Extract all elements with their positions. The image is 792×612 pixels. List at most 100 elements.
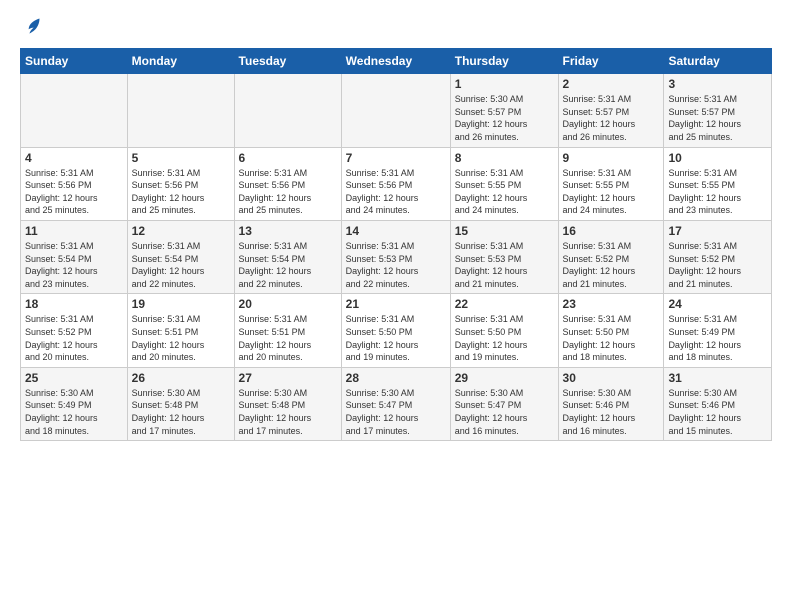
calendar-cell bbox=[234, 74, 341, 147]
calendar-cell: 1 Sunrise: 5:30 AM Sunset: 5:57 PM Daylig… bbox=[450, 74, 558, 147]
calendar-cell: 12 Sunrise: 5:31 AM Sunset: 5:54 PM Dayli… bbox=[127, 221, 234, 294]
day-info: Sunrise: 5:31 AM Sunset: 5:52 PM Dayligh… bbox=[563, 240, 660, 290]
day-info: Sunrise: 5:31 AM Sunset: 5:56 PM Dayligh… bbox=[25, 167, 123, 217]
calendar-cell: 20 Sunrise: 5:31 AM Sunset: 5:51 PM Dayli… bbox=[234, 294, 341, 367]
calendar-cell: 15 Sunrise: 5:31 AM Sunset: 5:53 PM Dayli… bbox=[450, 221, 558, 294]
day-info: Sunrise: 5:30 AM Sunset: 5:47 PM Dayligh… bbox=[455, 387, 554, 437]
calendar-cell: 30 Sunrise: 5:30 AM Sunset: 5:46 PM Dayli… bbox=[558, 367, 664, 440]
day-number: 4 bbox=[25, 151, 123, 165]
calendar-cell: 23 Sunrise: 5:31 AM Sunset: 5:50 PM Dayli… bbox=[558, 294, 664, 367]
day-number: 30 bbox=[563, 371, 660, 385]
day-info: Sunrise: 5:31 AM Sunset: 5:55 PM Dayligh… bbox=[563, 167, 660, 217]
calendar-cell: 6 Sunrise: 5:31 AM Sunset: 5:56 PM Daylig… bbox=[234, 147, 341, 220]
day-info: Sunrise: 5:31 AM Sunset: 5:57 PM Dayligh… bbox=[668, 93, 767, 143]
logo-text bbox=[20, 16, 42, 36]
weekday-header: Friday bbox=[558, 49, 664, 74]
calendar-cell: 29Sunrise: 5:30 AM Sunset: 5:47 PM Dayli… bbox=[450, 367, 558, 440]
day-info: Sunrise: 5:31 AM Sunset: 5:54 PM Dayligh… bbox=[25, 240, 123, 290]
day-number: 13 bbox=[239, 224, 337, 238]
day-info: Sunrise: 5:30 AM Sunset: 5:46 PM Dayligh… bbox=[563, 387, 660, 437]
day-number: 22 bbox=[455, 297, 554, 311]
weekday-header: Saturday bbox=[664, 49, 772, 74]
logo bbox=[20, 16, 42, 36]
day-number: 28 bbox=[346, 371, 446, 385]
weekday-header: Sunday bbox=[21, 49, 128, 74]
calendar-cell: 3 Sunrise: 5:31 AM Sunset: 5:57 PM Daylig… bbox=[664, 74, 772, 147]
day-info: Sunrise: 5:31 AM Sunset: 5:50 PM Dayligh… bbox=[563, 313, 660, 363]
calendar-cell: 5 Sunrise: 5:31 AM Sunset: 5:56 PM Daylig… bbox=[127, 147, 234, 220]
day-info: Sunrise: 5:31 AM Sunset: 5:55 PM Dayligh… bbox=[455, 167, 554, 217]
day-number: 12 bbox=[132, 224, 230, 238]
calendar-cell: 22 Sunrise: 5:31 AM Sunset: 5:50 PM Dayli… bbox=[450, 294, 558, 367]
day-info: Sunrise: 5:31 AM Sunset: 5:54 PM Dayligh… bbox=[239, 240, 337, 290]
calendar-cell: 10 Sunrise: 5:31 AM Sunset: 5:55 PM Dayli… bbox=[664, 147, 772, 220]
day-number: 20 bbox=[239, 297, 337, 311]
day-number: 1 bbox=[455, 77, 554, 91]
day-info: Sunrise: 5:31 AM Sunset: 5:56 PM Dayligh… bbox=[239, 167, 337, 217]
day-info: Sunrise: 5:31 AM Sunset: 5:50 PM Dayligh… bbox=[346, 313, 446, 363]
calendar-cell: 27 Sunrise: 5:30 AM Sunset: 5:48 PM Dayli… bbox=[234, 367, 341, 440]
calendar-cell: 14 Sunrise: 5:31 AM Sunset: 5:53 PM Dayli… bbox=[341, 221, 450, 294]
day-info: Sunrise: 5:30 AM Sunset: 5:57 PM Dayligh… bbox=[455, 93, 554, 143]
header bbox=[20, 16, 772, 36]
day-number: 3 bbox=[668, 77, 767, 91]
day-info: Sunrise: 5:30 AM Sunset: 5:48 PM Dayligh… bbox=[239, 387, 337, 437]
weekday-header: Wednesday bbox=[341, 49, 450, 74]
calendar-cell: 8 Sunrise: 5:31 AM Sunset: 5:55 PM Daylig… bbox=[450, 147, 558, 220]
calendar-table: SundayMondayTuesdayWednesdayThursdayFrid… bbox=[20, 48, 772, 441]
day-number: 6 bbox=[239, 151, 337, 165]
day-info: Sunrise: 5:31 AM Sunset: 5:51 PM Dayligh… bbox=[132, 313, 230, 363]
day-number: 7 bbox=[346, 151, 446, 165]
day-number: 5 bbox=[132, 151, 230, 165]
calendar-cell: 13 Sunrise: 5:31 AM Sunset: 5:54 PM Dayli… bbox=[234, 221, 341, 294]
day-number: 8 bbox=[455, 151, 554, 165]
day-info: Sunrise: 5:31 AM Sunset: 5:56 PM Dayligh… bbox=[346, 167, 446, 217]
day-info: Sunrise: 5:31 AM Sunset: 5:54 PM Dayligh… bbox=[132, 240, 230, 290]
calendar-cell: 28Sunrise: 5:30 AM Sunset: 5:47 PM Dayli… bbox=[341, 367, 450, 440]
calendar-cell: 21 Sunrise: 5:31 AM Sunset: 5:50 PM Dayli… bbox=[341, 294, 450, 367]
calendar-cell: 19 Sunrise: 5:31 AM Sunset: 5:51 PM Dayli… bbox=[127, 294, 234, 367]
day-number: 25 bbox=[25, 371, 123, 385]
day-number: 26 bbox=[132, 371, 230, 385]
calendar-cell: 18Sunrise: 5:31 AM Sunset: 5:52 PM Dayli… bbox=[21, 294, 128, 367]
calendar-cell: 4 Sunrise: 5:31 AM Sunset: 5:56 PM Daylig… bbox=[21, 147, 128, 220]
weekday-header: Thursday bbox=[450, 49, 558, 74]
calendar-cell: 11 Sunrise: 5:31 AM Sunset: 5:54 PM Dayli… bbox=[21, 221, 128, 294]
day-number: 14 bbox=[346, 224, 446, 238]
page: SundayMondayTuesdayWednesdayThursdayFrid… bbox=[0, 0, 792, 451]
day-info: Sunrise: 5:31 AM Sunset: 5:51 PM Dayligh… bbox=[239, 313, 337, 363]
calendar-cell: 31Sunrise: 5:30 AM Sunset: 5:46 PM Dayli… bbox=[664, 367, 772, 440]
day-number: 11 bbox=[25, 224, 123, 238]
day-number: 27 bbox=[239, 371, 337, 385]
calendar-cell: 9 Sunrise: 5:31 AM Sunset: 5:55 PM Daylig… bbox=[558, 147, 664, 220]
day-number: 18 bbox=[25, 297, 123, 311]
day-number: 21 bbox=[346, 297, 446, 311]
day-number: 24 bbox=[668, 297, 767, 311]
day-info: Sunrise: 5:31 AM Sunset: 5:56 PM Dayligh… bbox=[132, 167, 230, 217]
day-number: 23 bbox=[563, 297, 660, 311]
calendar-cell bbox=[341, 74, 450, 147]
day-info: Sunrise: 5:31 AM Sunset: 5:49 PM Dayligh… bbox=[668, 313, 767, 363]
day-info: Sunrise: 5:31 AM Sunset: 5:52 PM Dayligh… bbox=[668, 240, 767, 290]
day-info: Sunrise: 5:30 AM Sunset: 5:49 PM Dayligh… bbox=[25, 387, 123, 437]
calendar-cell bbox=[127, 74, 234, 147]
calendar-cell: 2Sunrise: 5:31 AM Sunset: 5:57 PM Daylig… bbox=[558, 74, 664, 147]
day-number: 9 bbox=[563, 151, 660, 165]
weekday-header: Tuesday bbox=[234, 49, 341, 74]
calendar-cell: 26Sunrise: 5:30 AM Sunset: 5:48 PM Dayli… bbox=[127, 367, 234, 440]
calendar-cell: 25 Sunrise: 5:30 AM Sunset: 5:49 PM Dayli… bbox=[21, 367, 128, 440]
calendar-cell: 7 Sunrise: 5:31 AM Sunset: 5:56 PM Daylig… bbox=[341, 147, 450, 220]
day-number: 19 bbox=[132, 297, 230, 311]
day-number: 10 bbox=[668, 151, 767, 165]
day-info: Sunrise: 5:30 AM Sunset: 5:46 PM Dayligh… bbox=[668, 387, 767, 437]
day-info: Sunrise: 5:31 AM Sunset: 5:53 PM Dayligh… bbox=[346, 240, 446, 290]
calendar-cell: 16Sunrise: 5:31 AM Sunset: 5:52 PM Dayli… bbox=[558, 221, 664, 294]
day-info: Sunrise: 5:31 AM Sunset: 5:55 PM Dayligh… bbox=[668, 167, 767, 217]
calendar-cell bbox=[21, 74, 128, 147]
day-number: 15 bbox=[455, 224, 554, 238]
calendar-cell: 17 Sunrise: 5:31 AM Sunset: 5:52 PM Dayli… bbox=[664, 221, 772, 294]
day-info: Sunrise: 5:31 AM Sunset: 5:53 PM Dayligh… bbox=[455, 240, 554, 290]
weekday-header: Monday bbox=[127, 49, 234, 74]
day-number: 17 bbox=[668, 224, 767, 238]
day-info: Sunrise: 5:31 AM Sunset: 5:50 PM Dayligh… bbox=[455, 313, 554, 363]
